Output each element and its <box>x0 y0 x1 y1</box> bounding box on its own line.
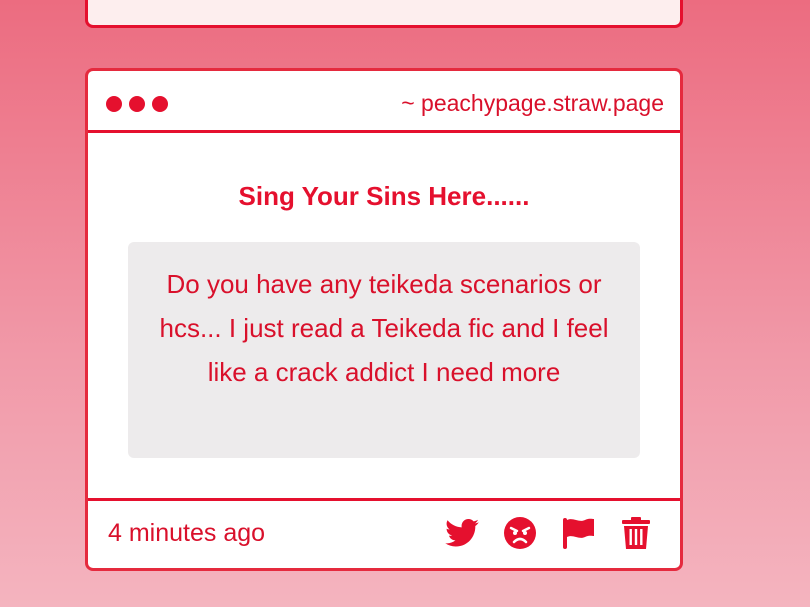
card-title: Sing Your Sins Here...... <box>238 181 530 211</box>
angry-face-icon[interactable] <box>502 515 538 551</box>
card-footer: 4 minutes ago <box>88 498 680 568</box>
twitter-icon[interactable] <box>444 515 480 551</box>
flag-icon[interactable] <box>560 515 596 551</box>
window-dot <box>129 96 145 112</box>
window-dot <box>106 96 122 112</box>
site-url[interactable]: ~ peachypage.straw.page <box>401 90 664 117</box>
trash-icon[interactable] <box>618 515 654 551</box>
timestamp: 4 minutes ago <box>108 519 266 547</box>
window-dot <box>152 96 168 112</box>
card-header: ~ peachypage.straw.page <box>88 71 680 133</box>
action-bar <box>444 515 654 551</box>
message-text: Do you have any teikeda scenarios or hcs… <box>159 269 609 387</box>
previous-message-card <box>85 0 683 28</box>
window-dots <box>106 96 168 112</box>
message-card: ~ peachypage.straw.page Sing Your Sins H… <box>85 68 683 571</box>
message-box: Do you have any teikeda scenarios or hcs… <box>128 242 640 458</box>
